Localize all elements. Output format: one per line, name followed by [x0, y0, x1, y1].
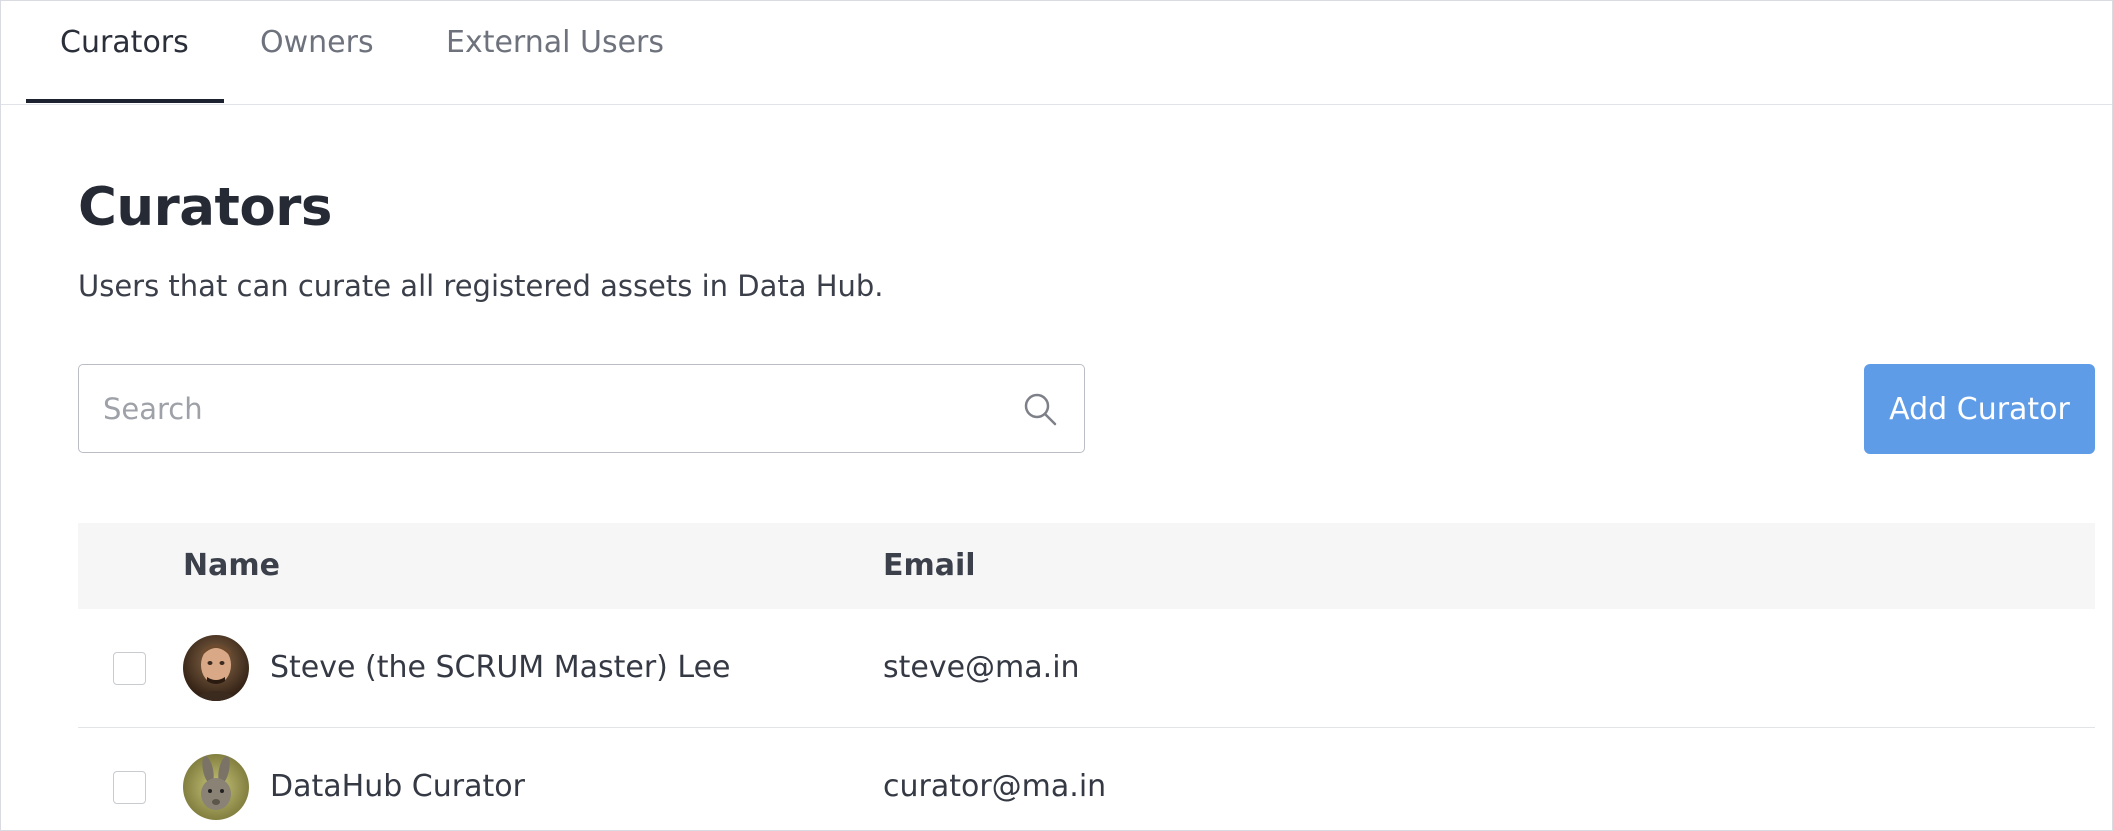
search-box[interactable]: [78, 364, 1085, 453]
avatar: [183, 754, 249, 820]
search-icon[interactable]: [1022, 391, 1058, 427]
user-name[interactable]: Steve (the SCRUM Master) Lee: [270, 609, 731, 727]
app-frame: Curators Owners External Users Curators …: [0, 0, 2113, 831]
table-row: DataHub Curator curator@ma.in: [78, 728, 2095, 830]
user-email: steve@ma.in: [883, 650, 1080, 685]
row-checkbox[interactable]: [113, 771, 146, 804]
user-email: curator@ma.in: [883, 769, 1107, 804]
column-header-name[interactable]: Name: [183, 523, 280, 609]
avatar: [183, 635, 249, 701]
column-header-email[interactable]: Email: [883, 523, 976, 609]
active-tab-indicator: [26, 99, 224, 103]
tab-curators[interactable]: Curators: [60, 1, 189, 104]
add-curator-button[interactable]: Add Curator: [1864, 364, 2095, 454]
tab-owners[interactable]: Owners: [260, 1, 374, 104]
tab-external-users[interactable]: External Users: [446, 1, 664, 104]
search-input[interactable]: [101, 365, 1005, 453]
page-title: Curators: [78, 177, 332, 238]
user-name[interactable]: DataHub Curator: [270, 728, 525, 830]
row-checkbox[interactable]: [113, 652, 146, 685]
page-description: Users that can curate all registered ass…: [78, 269, 884, 303]
table-row: Steve (the SCRUM Master) Lee steve@ma.in: [78, 609, 2095, 728]
table-header: Name Email: [78, 523, 2095, 609]
tab-bar: Curators Owners External Users: [1, 1, 2112, 105]
curators-table: Name Email Steve (the SCRUM Master) Lee …: [78, 523, 2095, 830]
